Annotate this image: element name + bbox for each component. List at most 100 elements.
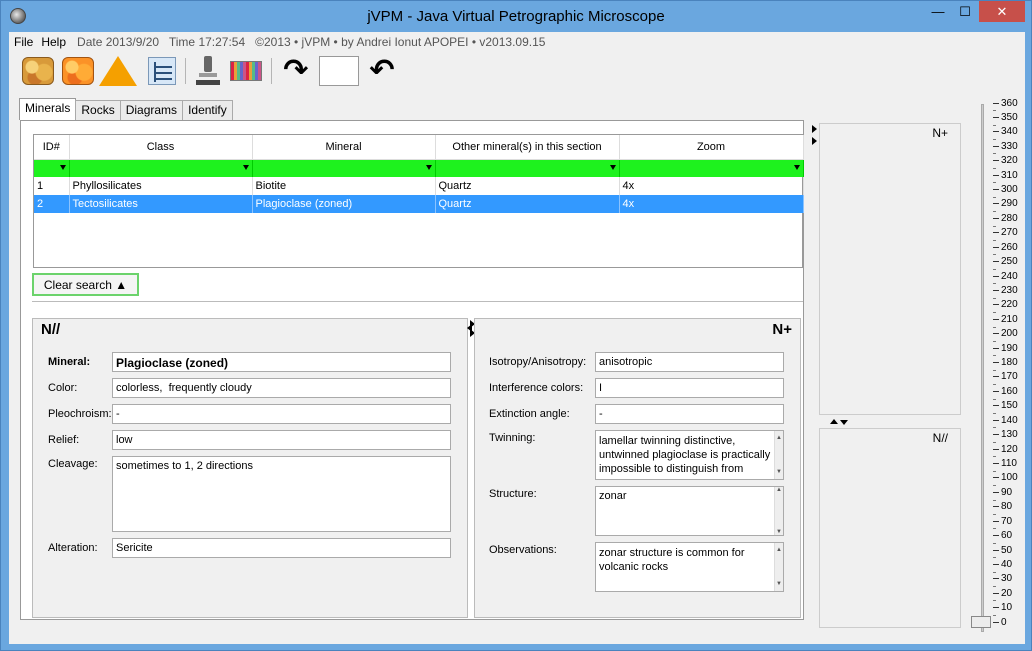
column-header-mineral[interactable]: Mineral	[252, 135, 436, 160]
tick-label: 240	[1001, 270, 1018, 282]
rotate-up-icon: ↶	[369, 54, 395, 87]
structure-field[interactable]: zonar	[595, 486, 784, 536]
rotation-slider-track[interactable]	[981, 104, 984, 632]
tab-rocks[interactable]: Rocks	[75, 100, 121, 120]
tick-label: 140	[1001, 414, 1018, 426]
rotate-up-button[interactable]: ↶	[365, 56, 399, 86]
relief-field[interactable]: low	[112, 430, 451, 450]
collapse-right-icon[interactable]	[812, 125, 817, 133]
isotropy-field[interactable]: anisotropic	[595, 352, 784, 372]
minerals-button[interactable]	[21, 56, 55, 86]
microscope-button[interactable]	[191, 56, 225, 86]
tick-label: 230	[1001, 284, 1018, 296]
diagram-triangle-icon	[99, 56, 137, 86]
tab-identify[interactable]: Identify	[182, 100, 233, 120]
dropdown-arrow-icon	[609, 164, 616, 170]
cell-other[interactable]: Quartz	[435, 177, 620, 195]
parallel-view-panel[interactable]: N//	[819, 428, 961, 628]
observations-text: zonar structure is common for volcanic r…	[599, 547, 745, 573]
cell-other[interactable]: Quartz	[435, 195, 620, 213]
observations-field[interactable]: zonar structure is common for volcanic r…	[595, 542, 784, 592]
tick-label: 280	[1001, 212, 1018, 224]
maximize-button[interactable]: ☐	[952, 1, 978, 22]
tick-mark	[993, 102, 999, 104]
structure-scrollbar[interactable]	[774, 487, 783, 535]
scale-tick: 40	[993, 557, 1012, 571]
cleavage-field[interactable]: sometimes to 1, 2 directions	[112, 456, 451, 532]
filter-row	[34, 159, 804, 177]
alteration-field[interactable]: Sericite	[112, 538, 451, 558]
column-header-zoom[interactable]: Zoom	[619, 135, 804, 160]
rocks-button[interactable]	[61, 56, 95, 86]
cell-zoom[interactable]: 4x	[619, 195, 804, 213]
filter-mineral[interactable]	[252, 159, 436, 177]
cell-class[interactable]: Tectosilicates	[69, 195, 253, 213]
minimize-button[interactable]: —	[925, 1, 951, 22]
scale-tick: 170	[993, 370, 1018, 384]
color-label: Color:	[48, 382, 78, 394]
column-header-class[interactable]: Class	[69, 135, 253, 160]
alteration-label: Alteration:	[48, 542, 98, 554]
expand-left-icon[interactable]	[467, 324, 472, 332]
pleochroism-field[interactable]: -	[112, 404, 451, 424]
menu-bar: File Help Date 2013/9/20 Time 17:27:54 ©…	[9, 32, 1025, 52]
scale-tick: 290	[993, 197, 1018, 211]
extinction-angle-field[interactable]: -	[595, 404, 784, 424]
cell-mineral[interactable]: Biotite	[252, 177, 436, 195]
cell-id[interactable]: 1	[34, 177, 70, 195]
column-header-id[interactable]: ID#	[34, 135, 70, 160]
scale-tick: 0	[993, 615, 1007, 629]
title-bar[interactable]: jVPM - Java Virtual Petrographic Microsc…	[1, 1, 1031, 32]
cell-zoom[interactable]: 4x	[619, 177, 804, 195]
tree-view-button[interactable]	[145, 56, 179, 86]
spectrum-button[interactable]	[229, 56, 263, 86]
rotate-down-icon: ↷	[283, 54, 309, 87]
move-up-icon[interactable]	[830, 419, 838, 424]
move-down-icon[interactable]	[840, 420, 848, 425]
cell-class[interactable]: Phyllosilicates	[69, 177, 253, 195]
mineral-field[interactable]: Plagioclase (zoned)	[112, 352, 451, 372]
filter-zoom[interactable]	[619, 159, 804, 177]
cell-mineral[interactable]: Plagioclase (zoned)	[252, 195, 436, 213]
clear-search-button[interactable]: Clear search ▲	[32, 273, 139, 296]
cell-id[interactable]: 2	[34, 195, 70, 213]
interference-colors-label: Interference colors:	[489, 382, 584, 394]
collapse-right-icon[interactable]	[812, 137, 817, 145]
table-row[interactable]: 1 Phyllosilicates Biotite Quartz 4x	[34, 177, 804, 195]
tick-mark	[993, 189, 999, 191]
twinning-field[interactable]: lamellar twinning distinctive, untwinned…	[595, 430, 784, 480]
rotation-slider-knob[interactable]	[971, 616, 991, 629]
column-header-other[interactable]: Other mineral(s) in this section	[435, 135, 620, 160]
tick-mark	[993, 145, 999, 147]
color-field[interactable]: colorless, frequently cloudy	[112, 378, 451, 398]
close-button[interactable]: ✕	[979, 1, 1025, 22]
tick-mark	[993, 289, 999, 291]
tick-label: 320	[1001, 155, 1018, 167]
scale-tick: 180	[993, 356, 1018, 370]
isotropy-label: Isotropy/Anisotropy:	[489, 356, 587, 368]
menu-help[interactable]: Help	[38, 35, 69, 49]
menu-file[interactable]: File	[11, 35, 36, 49]
filter-class[interactable]	[69, 159, 253, 177]
filter-other[interactable]	[435, 159, 620, 177]
tick-mark	[993, 419, 999, 421]
observations-scrollbar[interactable]	[774, 543, 783, 591]
crossed-view-panel[interactable]: N+	[819, 123, 961, 415]
twinning-scrollbar[interactable]	[774, 431, 783, 479]
interference-colors-field[interactable]: I	[595, 378, 784, 398]
twinning-label: Twinning:	[489, 432, 536, 444]
status-info: Date 2013/9/20 Time 17:27:54 ©2013 • jVP…	[77, 35, 546, 49]
tick-label: 40	[1001, 558, 1013, 570]
table-row-selected[interactable]: 2 Tectosilicates Plagioclase (zoned) Qua…	[34, 195, 804, 213]
blank-field[interactable]	[319, 56, 359, 86]
tick-mark	[993, 520, 999, 522]
rotate-down-button[interactable]: ↷	[279, 56, 313, 86]
minerals-panel: ID# Class Mineral Other mineral(s) in th…	[20, 120, 804, 620]
tick-mark	[993, 347, 999, 349]
tab-strip: Minerals Rocks Diagrams Identify	[19, 98, 233, 120]
observations-label: Observations:	[489, 544, 557, 556]
diagrams-button[interactable]	[99, 56, 137, 86]
filter-id[interactable]	[34, 159, 70, 177]
tab-diagrams[interactable]: Diagrams	[119, 100, 184, 120]
tab-minerals[interactable]: Minerals	[19, 98, 77, 120]
